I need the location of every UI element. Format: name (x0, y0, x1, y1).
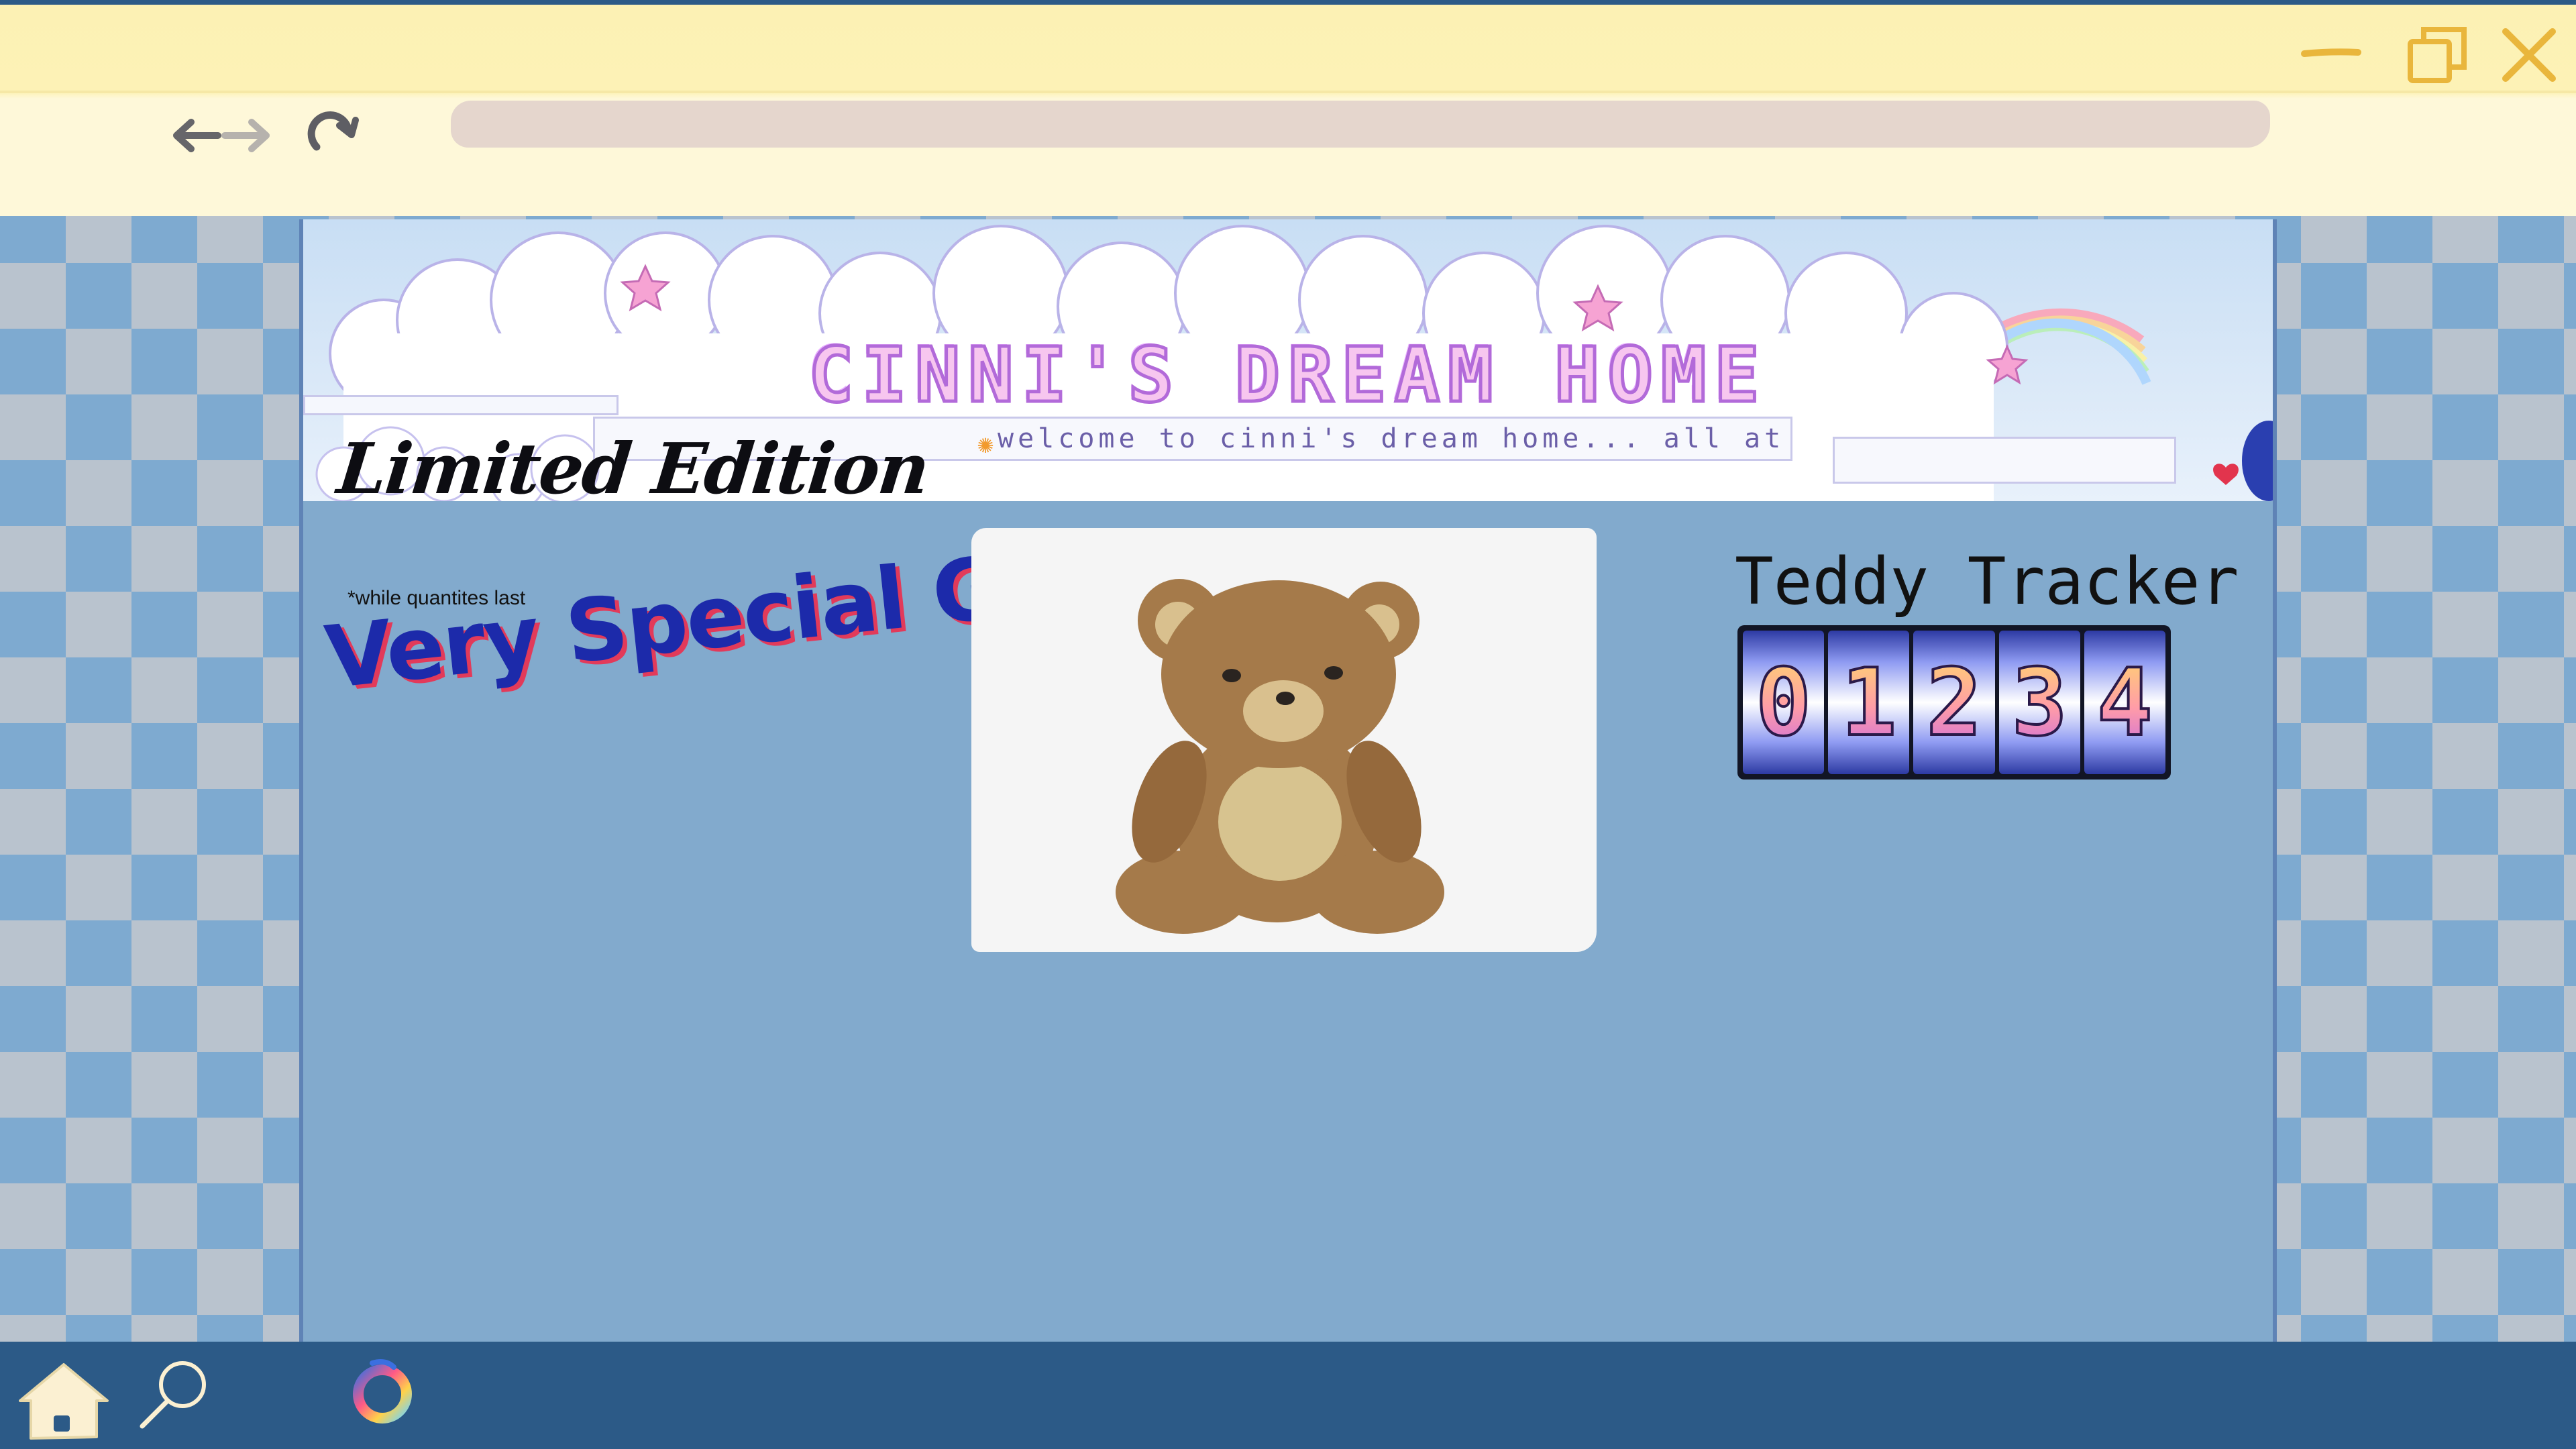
site-title: CINNI'S DREAM HOME (807, 331, 1768, 421)
counter-digit: 0 (1743, 631, 1825, 774)
maximize-icon[interactable] (2405, 21, 2472, 89)
taskbar (0, 1342, 2576, 1449)
address-bar[interactable] (451, 101, 2270, 148)
close-icon[interactable] (2496, 21, 2563, 89)
app-launcher-icon[interactable] (345, 1355, 419, 1429)
marquee-text: welcome to cinni's dream home... all at (998, 423, 1785, 454)
teddy-tracker-title: Teddy Tracker (1735, 544, 2239, 619)
product-image-card[interactable] (971, 528, 1597, 952)
minimize-icon[interactable] (2298, 21, 2365, 89)
counter-digit: 2 (1913, 631, 1995, 774)
banner-bar-decoration (1833, 437, 2176, 484)
reload-icon[interactable] (302, 105, 362, 166)
search-icon[interactable] (134, 1355, 215, 1436)
titlebar-divider (0, 91, 2576, 93)
flower-icon: ✺ (977, 429, 998, 460)
limited-edition-heading: Limited Edition (333, 427, 932, 510)
counter-digit: 4 (2084, 631, 2166, 774)
home-icon[interactable] (13, 1355, 114, 1442)
counter-digit: 3 (1998, 631, 2080, 774)
forward-arrow-icon[interactable] (218, 105, 278, 166)
back-arrow-icon[interactable] (164, 105, 225, 166)
teddy-bear-icon (1116, 579, 1444, 934)
page-viewport: CINNI'S DREAM HOME ✺ welcome to cinni's … (299, 219, 2277, 1346)
browser-window-chrome (0, 0, 2576, 216)
counter-digit: 1 (1828, 631, 1910, 774)
teddy-counter: 0 1 2 3 4 (1737, 625, 2171, 780)
